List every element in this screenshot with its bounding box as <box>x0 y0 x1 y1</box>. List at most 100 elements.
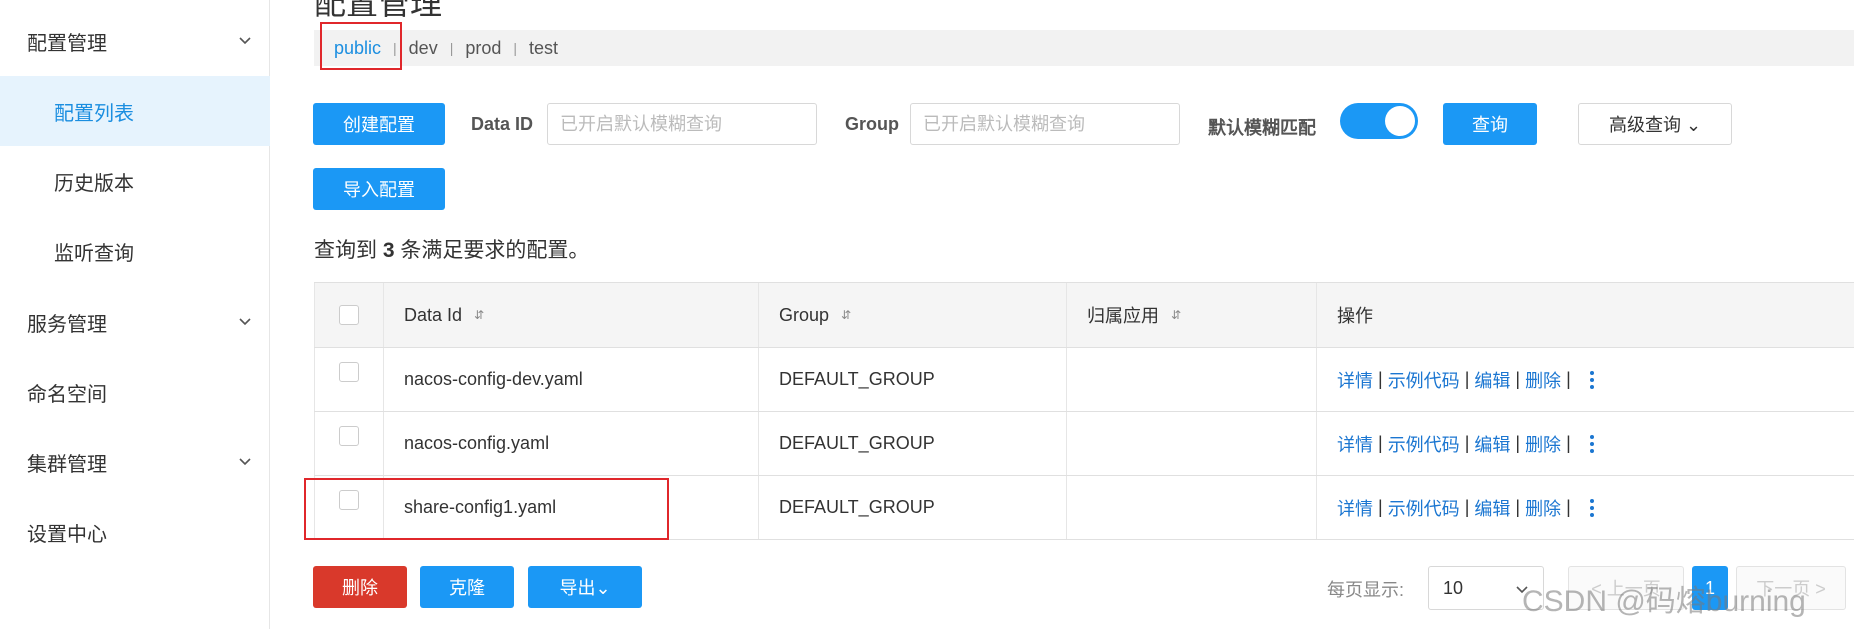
chevron-down-icon <box>1516 586 1528 594</box>
row-checkbox[interactable] <box>339 489 359 510</box>
namespace-tab-dev[interactable]: dev <box>397 38 450 59</box>
delete-link[interactable]: 删除 <box>1525 495 1561 521</box>
delete-link[interactable]: 删除 <box>1525 367 1561 393</box>
sidebar-item-label: 设置中心 <box>27 523 107 546</box>
column-label: Data Id <box>404 304 463 325</box>
sample-code-link[interactable]: 示例代码 <box>1388 495 1460 521</box>
chevron-down-icon <box>239 37 251 45</box>
detail-link[interactable]: 详情 <box>1337 367 1373 393</box>
sample-code-link[interactable]: 示例代码 <box>1388 367 1460 393</box>
action-separator: | <box>1464 369 1470 389</box>
table-header: Data Id ⇵ Group ⇵ 归属应用 ⇵ 操作 <box>314 283 1854 348</box>
sidebar-item-config-management[interactable]: 配置管理 <box>0 6 270 76</box>
action-separator: | <box>1515 369 1521 389</box>
result-prefix: 查询到 <box>314 239 383 262</box>
sidebar-item-label: 历史版本 <box>54 172 134 195</box>
page-size-select[interactable]: 10 <box>1428 566 1544 610</box>
namespace-tab-test[interactable]: test <box>517 38 570 59</box>
sort-icon[interactable]: ⇵ <box>1171 308 1181 322</box>
row-checkbox[interactable] <box>339 361 359 382</box>
chevron-down-icon <box>239 318 251 326</box>
sidebar-item-label: 配置管理 <box>27 32 107 55</box>
cell-dataid: nacos-config.yaml <box>384 412 759 475</box>
select-all-checkbox[interactable] <box>339 305 359 325</box>
namespace-tab-public[interactable]: public <box>314 38 393 59</box>
page-size-value: 10 <box>1443 577 1464 598</box>
sidebar-item-listener-query[interactable]: 监听查询 <box>0 216 270 286</box>
action-separator: | <box>1566 369 1571 389</box>
table-row: share-config1.yaml DEFAULT_GROUP 详情 | 示例代码… <box>314 476 1854 540</box>
next-page-button[interactable]: 下一页 > <box>1736 566 1846 610</box>
header-app[interactable]: 归属应用 ⇵ <box>1067 283 1317 347</box>
sidebar-item-label: 监听查询 <box>54 242 134 265</box>
fuzzy-match-label: 默认模糊匹配 <box>1208 118 1316 138</box>
header-group[interactable]: Group ⇵ <box>759 283 1067 347</box>
export-button[interactable]: 导出⌄ <box>528 566 642 608</box>
sidebar-item-history[interactable]: 历史版本 <box>0 146 270 216</box>
sidebar-item-config-list[interactable]: 配置列表 <box>0 76 270 146</box>
action-separator: | <box>1515 433 1521 453</box>
sidebar-item-label: 服务管理 <box>27 313 107 336</box>
sidebar-item-cluster-management[interactable]: 集群管理 <box>0 427 270 497</box>
toggle-knob <box>1385 106 1415 136</box>
row-checkbox-cell <box>314 348 384 411</box>
sample-code-link[interactable]: 示例代码 <box>1388 431 1460 457</box>
detail-link[interactable]: 详情 <box>1337 495 1373 521</box>
sidebar-item-settings[interactable]: 设置中心 <box>0 497 270 567</box>
table-row: nacos-config-dev.yaml DEFAULT_GROUP 详情 | 示… <box>314 348 1854 412</box>
header-actions: 操作 <box>1317 283 1854 347</box>
column-label: Group <box>779 304 830 325</box>
create-config-button[interactable]: 创建配置 <box>313 103 445 145</box>
cell-group: DEFAULT_GROUP <box>759 476 1067 539</box>
more-vertical-icon[interactable] <box>1589 370 1594 389</box>
sort-icon[interactable]: ⇵ <box>841 308 851 322</box>
column-label: 操作 <box>1337 306 1373 326</box>
sidebar-item-namespace[interactable]: 命名空间 <box>0 357 270 427</box>
edit-link[interactable]: 编辑 <box>1474 495 1510 521</box>
more-vertical-icon[interactable] <box>1589 434 1594 453</box>
result-count: 3 <box>382 239 395 262</box>
more-vertical-icon[interactable] <box>1589 498 1594 517</box>
dataid-label: Data ID <box>471 114 534 134</box>
prev-page-button[interactable]: < 上一页 <box>1568 566 1684 610</box>
header-checkbox-cell <box>314 283 384 347</box>
query-button[interactable]: 查询 <box>1443 103 1537 145</box>
namespace-tab-prod[interactable]: prod <box>453 38 513 59</box>
detail-link[interactable]: 详情 <box>1337 431 1373 457</box>
import-config-button[interactable]: 导入配置 <box>313 168 445 210</box>
action-separator: | <box>1464 433 1470 453</box>
edit-link[interactable]: 编辑 <box>1474 431 1510 457</box>
sidebar: 配置管理 配置列表 历史版本 监听查询 服务管理 命名空间 集群管理 设置中心 <box>0 0 270 629</box>
delete-link[interactable]: 删除 <box>1525 431 1561 457</box>
page-title: 配置管理 <box>314 0 443 21</box>
dataid-input[interactable] <box>547 103 817 145</box>
cell-group: DEFAULT_GROUP <box>759 348 1067 411</box>
cell-dataid: nacos-config-dev.yaml <box>384 348 759 411</box>
sidebar-item-label: 命名空间 <box>27 383 107 406</box>
config-table: Data Id ⇵ Group ⇵ 归属应用 ⇵ 操作 nacos-config-de… <box>314 282 1854 540</box>
sidebar-item-label: 集群管理 <box>27 453 107 476</box>
chevron-down-icon <box>239 458 251 466</box>
edit-link[interactable]: 编辑 <box>1474 367 1510 393</box>
current-page-button[interactable]: 1 <box>1692 566 1728 610</box>
column-label: 归属应用 <box>1087 306 1159 326</box>
result-suffix: 条满足要求的配置。 <box>394 239 590 262</box>
fuzzy-match-toggle[interactable] <box>1340 103 1418 139</box>
cell-actions: 详情 | 示例代码 | 编辑 | 删除 | <box>1317 348 1854 411</box>
cell-app <box>1067 348 1317 411</box>
group-input[interactable] <box>910 103 1180 145</box>
group-label: Group <box>845 114 899 134</box>
batch-delete-button[interactable]: 删除 <box>313 566 407 608</box>
action-separator: | <box>1566 497 1571 517</box>
cell-dataid: share-config1.yaml <box>384 476 759 539</box>
cell-actions: 详情 | 示例代码 | 编辑 | 删除 | <box>1317 476 1854 539</box>
cell-actions: 详情 | 示例代码 | 编辑 | 删除 | <box>1317 412 1854 475</box>
action-separator: | <box>1378 497 1383 517</box>
sort-icon[interactable]: ⇵ <box>474 308 484 322</box>
sidebar-item-service-management[interactable]: 服务管理 <box>0 287 270 357</box>
clone-button[interactable]: 克隆 <box>420 566 514 608</box>
table-row: nacos-config.yaml DEFAULT_GROUP 详情 | 示例代码 |… <box>314 412 1854 476</box>
header-dataid[interactable]: Data Id ⇵ <box>384 283 759 347</box>
advanced-query-button[interactable]: 高级查询 ⌄ <box>1578 103 1732 145</box>
row-checkbox[interactable] <box>339 425 359 446</box>
